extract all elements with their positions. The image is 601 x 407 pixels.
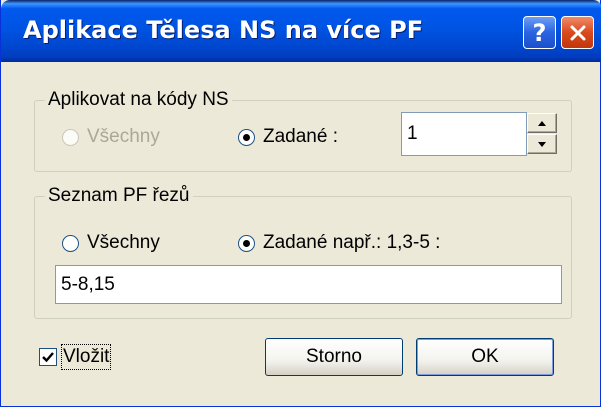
help-icon: ? xyxy=(532,18,547,47)
pf-all-radio[interactable]: Všechny xyxy=(62,232,160,254)
ns-specified-radio-circle xyxy=(238,128,255,146)
checkmark-icon xyxy=(42,352,54,363)
close-button[interactable] xyxy=(561,16,594,49)
pf-sections-input[interactable] xyxy=(55,265,562,304)
ns-code-spinner[interactable] xyxy=(401,112,561,156)
arrow-down-icon xyxy=(538,141,546,147)
ns-specified-radio[interactable]: Zadané : xyxy=(238,126,338,148)
help-button[interactable]: ? xyxy=(523,16,556,49)
ns-codes-group: Aplikovat na kódy NS Všechny Zadané : xyxy=(34,89,572,172)
arrow-up-icon xyxy=(538,120,546,126)
title-bar[interactable]: Aplikace Tělesa NS na více PF ? xyxy=(1,0,601,62)
pf-all-radio-label: Všechny xyxy=(87,232,160,253)
close-icon xyxy=(570,25,585,40)
ns-all-radio[interactable]: Všechny xyxy=(62,126,160,148)
ok-button[interactable]: OK xyxy=(416,338,554,376)
pf-sections-legend: Seznam PF řezů xyxy=(45,185,193,207)
pf-specified-radio-label: Zadané např.: 1,3-5 : xyxy=(263,232,441,253)
spin-up-button[interactable] xyxy=(527,113,557,133)
window-title: Aplikace Tělesa NS na více PF xyxy=(23,16,424,44)
pf-specified-radio[interactable]: Zadané např.: 1,3-5 : xyxy=(238,232,440,254)
ns-all-radio-label: Všechny xyxy=(87,126,160,147)
spin-down-button[interactable] xyxy=(527,134,557,154)
pf-specified-radio-circle xyxy=(238,234,255,252)
ns-code-input[interactable] xyxy=(401,112,527,156)
pf-sections-group: Seznam PF řezů Všechny Zadané např.: 1,3… xyxy=(34,185,572,319)
cancel-button[interactable]: Storno xyxy=(265,338,403,376)
insert-checkbox-label: Vložit xyxy=(60,344,112,370)
pf-all-radio-circle xyxy=(62,234,79,252)
ns-codes-legend: Aplikovat na kódy NS xyxy=(45,89,232,111)
insert-checkbox[interactable]: Vložit xyxy=(39,344,112,370)
ns-specified-radio-label: Zadané : xyxy=(263,126,338,147)
dialog-window: Aplikace Tělesa NS na více PF ? Aplikova… xyxy=(0,0,601,407)
ns-all-radio-circle xyxy=(62,128,79,146)
insert-checkbox-box xyxy=(39,348,57,366)
